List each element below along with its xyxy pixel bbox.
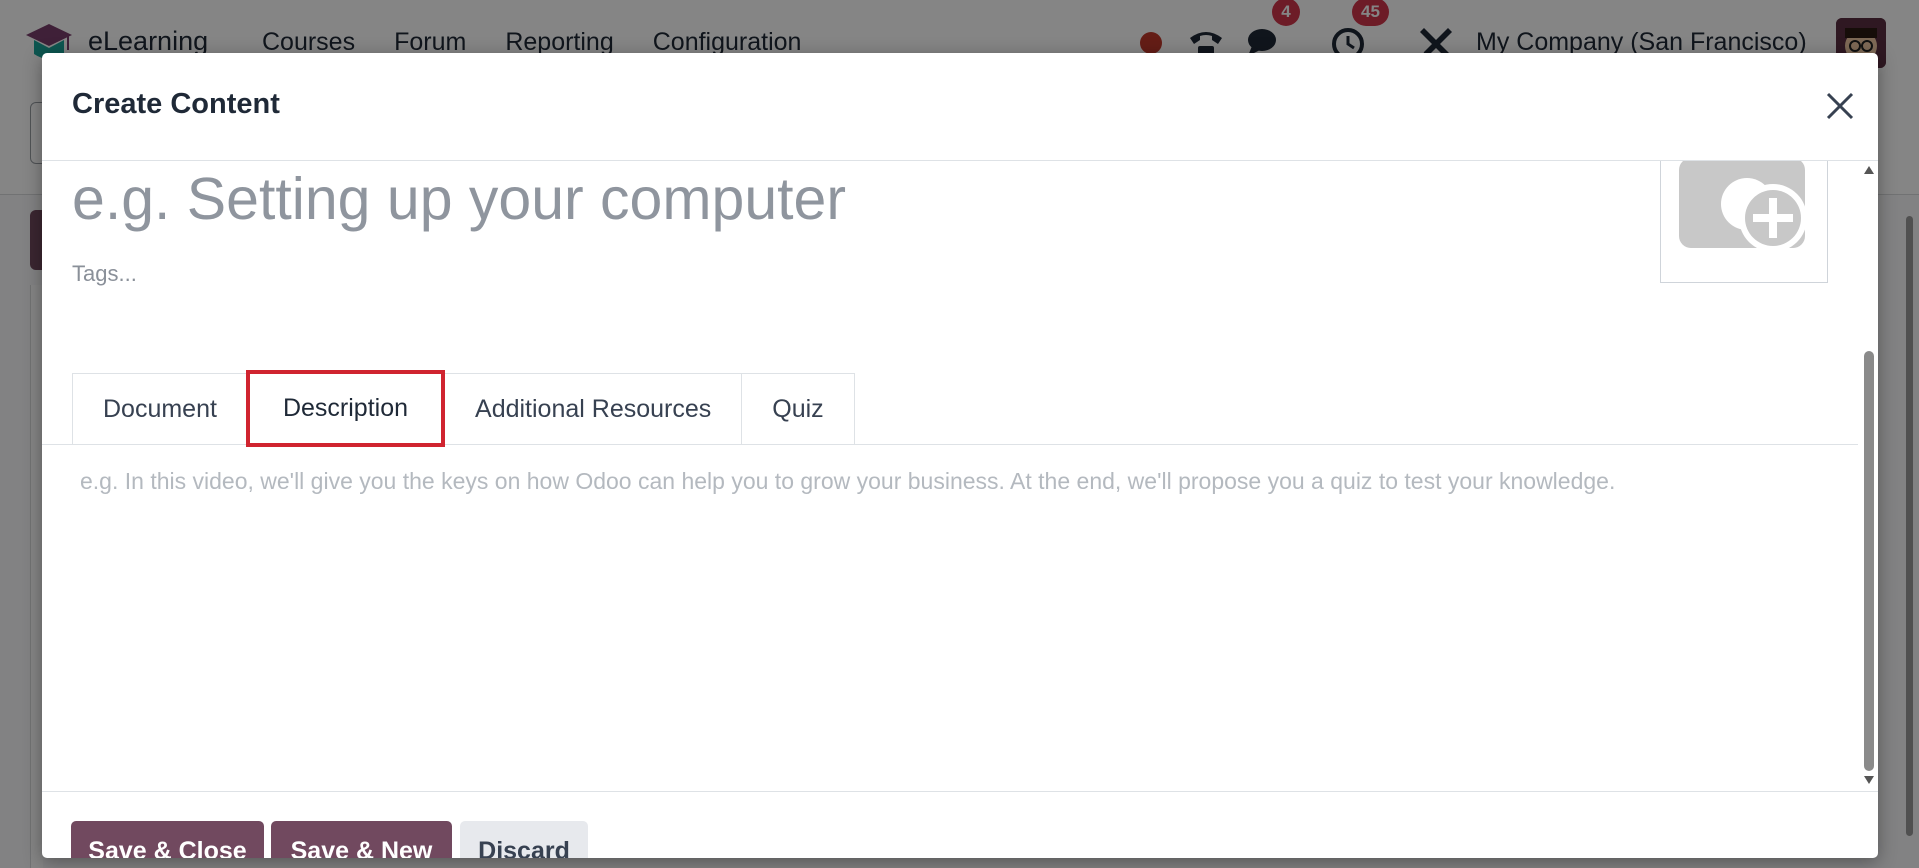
dialog-footer: Save & Close Save & New Discard [42,791,1878,858]
dialog-header: Create Content [42,53,1878,161]
tab-additional-resources[interactable]: Additional Resources [444,373,743,444]
scroll-up-arrow-icon[interactable] [1863,164,1875,176]
image-upload-field[interactable] [1660,161,1828,283]
tab-description[interactable]: Description [245,370,446,447]
dialog-body: Document Description Additional Resource… [42,161,1878,791]
dialog-scrollbar-thumb[interactable] [1864,351,1874,771]
discard-button[interactable]: Discard [460,821,588,858]
tab-quiz[interactable]: Quiz [741,373,855,444]
camera-add-icon [1679,161,1807,252]
create-content-dialog: Create Content Document Description Addi… [42,53,1878,858]
description-editor[interactable] [80,461,1800,701]
save-new-button[interactable]: Save & New [271,821,452,858]
dialog-title: Create Content [72,88,280,120]
save-close-button[interactable]: Save & Close [71,821,264,858]
scroll-down-arrow-icon[interactable] [1863,774,1875,786]
content-title-input[interactable] [72,161,1572,237]
tags-input[interactable] [72,257,672,291]
close-icon[interactable] [1820,86,1860,126]
tab-document[interactable]: Document [72,373,248,444]
content-tabs: Document Description Additional Resource… [72,370,855,447]
